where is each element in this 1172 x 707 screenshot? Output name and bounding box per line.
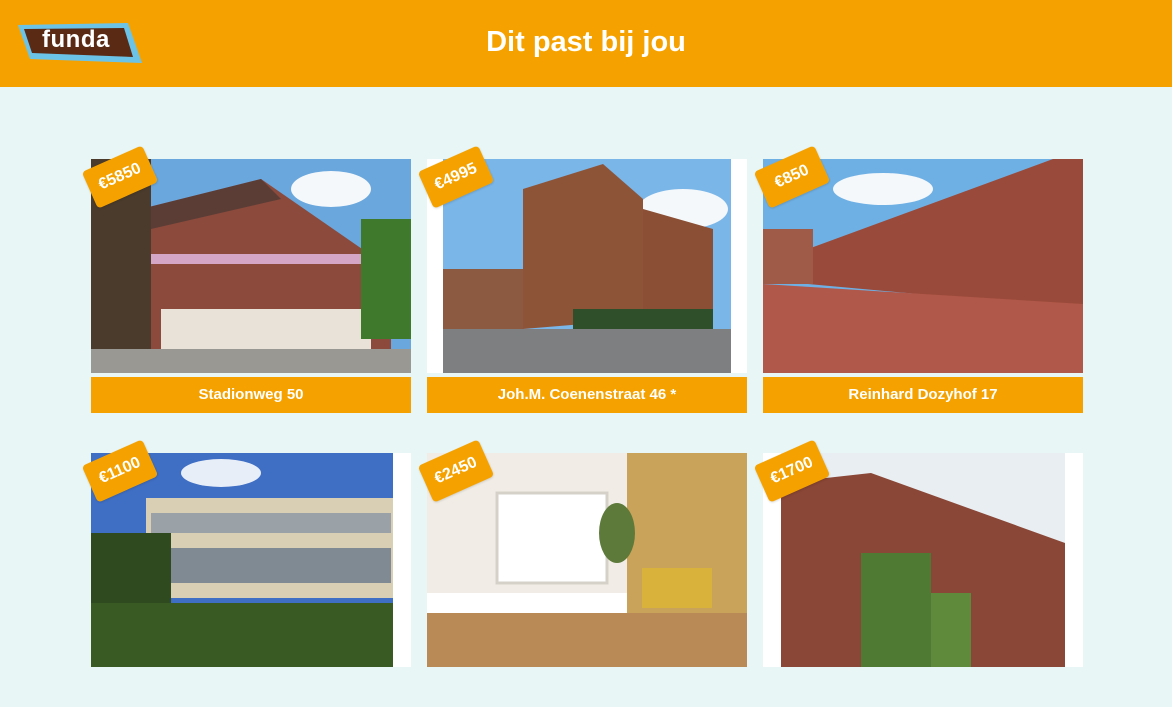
listing-address[interactable]: Reinhard Dozyhof 17 xyxy=(763,377,1083,413)
listing-card[interactable]: €1100 xyxy=(81,439,411,707)
listing-card[interactable]: €5850 Stadionweg 50 xyxy=(81,145,411,413)
listing-photo[interactable] xyxy=(763,159,1083,373)
listing-photo[interactable] xyxy=(427,453,747,667)
listing-photo[interactable] xyxy=(763,453,1083,667)
listing-card[interactable]: €2450 xyxy=(417,439,747,707)
listing-photo[interactable] xyxy=(427,159,747,373)
page-title: Dit past bij jou xyxy=(486,26,686,58)
listing-address[interactable]: Stadionweg 50 xyxy=(91,377,411,413)
listing-card[interactable]: €4995 Joh.M. Coenenstraat 46 * xyxy=(417,145,747,413)
header-bar: funda Dit past bij jou xyxy=(0,0,1172,87)
listing-card[interactable]: €1700 xyxy=(753,439,1083,707)
listing-photo[interactable] xyxy=(91,159,411,373)
listing-address[interactable]: Joh.M. Coenenstraat 46 * xyxy=(427,377,747,413)
listing-photo[interactable] xyxy=(91,453,411,667)
listing-card[interactable]: €850 Reinhard Dozyhof 17 xyxy=(753,145,1083,413)
